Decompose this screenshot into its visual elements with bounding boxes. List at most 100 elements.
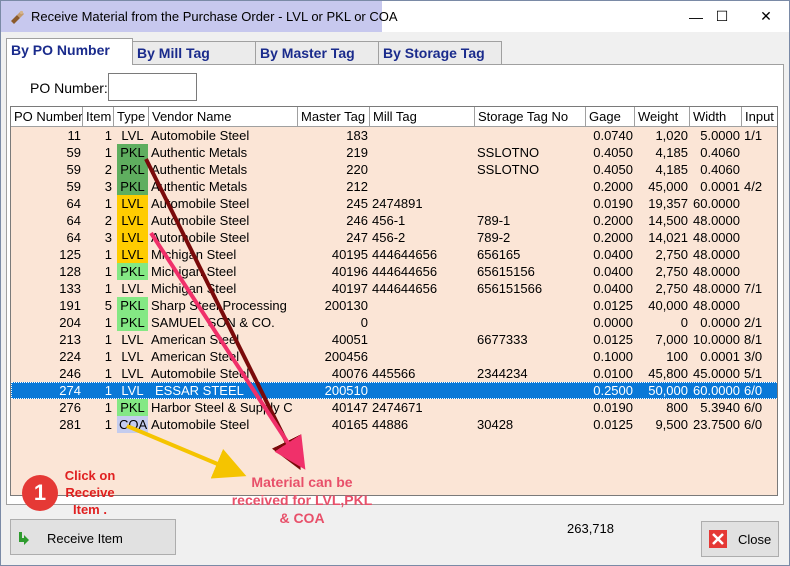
vendor-cell: Automobile Steel [151,128,250,143]
po-cell: 64 [66,196,81,211]
table-row[interactable]: 59 2 PKL Authentic Metals 220 SSLOTNO 0.4050 4,… [11,161,777,178]
po-cell: 246 [59,366,81,381]
width-cell: 45.0000 [693,366,740,381]
po-cell: 281 [59,417,81,432]
table-row[interactable]: 204 1 PKL SAMUEL SON & CO. 0 0.0000 0 0.0000 2/1 [11,314,777,331]
mill-cell: 444644656 [372,264,438,279]
po-cell: 204 [59,315,81,330]
weight-cell: 45,000 [648,179,688,194]
storage-cell: 656151566 [477,281,543,296]
input-cell: 8/1 [744,332,763,347]
width-cell: 0.0001 [700,349,740,364]
column-header[interactable]: Gage [586,107,635,127]
weight-cell: 2,750 [655,281,688,296]
mill-cell [370,382,475,399]
input-cell [742,161,777,178]
po-number-input[interactable] [108,73,197,101]
mill-cell: 444644656 [372,247,438,262]
table-row[interactable]: 191 5 PKL Sharp Steel Processing 200130 0.012… [11,297,777,314]
tab-by-po-number[interactable]: By PO Number [6,38,133,65]
weight-cell: 14,021 [648,230,688,245]
storage-cell: 789-1 [477,213,511,228]
column-header[interactable]: PO Number [11,107,83,127]
input-cell: 7/1 [744,281,763,296]
item-cell: 1 [104,417,112,432]
vendor-cell: Automobile Steel [151,366,250,381]
title-bar: Receive Material from the Purchase Order… [1,1,789,32]
table-row[interactable]: 133 1 LVL Michigan Steel 40197 444644656 65615… [11,280,777,297]
table-row[interactable]: 128 1 PKL Michigan Steel 40196 444644656 65615… [11,263,777,280]
column-header[interactable]: Vendor Name [149,107,298,127]
table-row[interactable]: 281 1 COA Automobile Steel 40165 44886 30428 0.… [11,416,777,433]
mill-cell [370,178,475,195]
weight-cell: 4,185 [655,145,688,160]
receive-material-window: Receive Material from the Purchase Order… [0,0,790,566]
column-header[interactable]: Input [742,107,777,127]
column-header[interactable]: Storage Tag No [475,107,586,127]
gage-cell: 0.1000 [593,349,633,364]
column-header[interactable]: Width [690,107,742,127]
type-cell: LVL [121,128,144,143]
width-cell: 0.0001 [700,179,740,194]
table-row[interactable]: 246 1 LVL Automobile Steel 40076 445566 234423… [11,365,777,382]
tab-by-storage-tag[interactable]: By Storage Tag [378,41,502,64]
mill-cell: 44886 [372,417,409,432]
weight-cell: 2,750 [655,247,688,262]
tab-by-mill-tag[interactable]: By Mill Tag [132,41,256,64]
master-cell: 40165 [331,417,368,432]
table-row[interactable]: 59 3 PKL Authentic Metals 212 0.2000 45,000 0.0… [11,178,777,195]
master-cell: 200510 [324,383,368,398]
mill-cell [370,127,475,144]
item-cell: 2 [104,213,112,228]
item-cell: 1 [104,264,112,279]
item-cell: 5 [104,298,112,313]
close-button[interactable]: Close [701,521,779,557]
po-cell: 191 [59,298,81,313]
item-cell: 1 [104,196,112,211]
gage-cell: 0.0740 [593,128,633,143]
table-row[interactable]: 213 1 LVL American Steel 40051 6677333 0.0125 7… [11,331,777,348]
column-header[interactable]: Type [114,107,149,127]
column-header[interactable]: Item [83,107,114,127]
po-cell: 59 [66,145,81,160]
table-row[interactable]: 11 1 LVL Automobile Steel 183 0.0740 1,020 5.00… [11,127,777,144]
table-row[interactable]: 125 1 LVL Michigan Steel 40195 444644656 65616… [11,246,777,263]
column-header[interactable]: Weight [635,107,690,127]
close-window-button[interactable]: ✕ [743,1,789,32]
maximize-button[interactable]: ☐ [699,1,745,32]
material-note: Material can be received for LVL,PKL & C… [231,474,373,526]
input-cell: 6/0 [744,383,763,398]
column-header[interactable]: Mill Tag [370,107,475,127]
master-cell: 212 [346,179,368,194]
table-row[interactable]: 224 1 LVL American Steel 200456 0.1000 100 0.00… [11,348,777,365]
storage-cell [475,348,586,365]
receive-item-button[interactable]: Receive Item [10,519,176,555]
table-row[interactable]: 64 1 LVL Automobile Steel 245 2474891 0.0190 19… [11,195,777,212]
column-header[interactable]: Master Tag [298,107,370,127]
weight-cell: 0 [680,315,688,330]
table-row[interactable]: 276 1 PKL Harbor Steel & Supply C 40147 24746… [11,399,777,416]
table-row[interactable]: 59 1 PKL Authentic Metals 219 SSLOTNO 0.4050 4,… [11,144,777,161]
type-cell: LVL [121,349,144,364]
storage-cell: 65615156 [477,264,535,279]
po-cell: 128 [59,264,81,279]
master-cell: 0 [360,315,368,330]
input-cell: 6/0 [744,400,763,415]
vendor-cell: Authentic Metals [151,145,248,160]
input-cell [742,263,777,280]
weight-cell: 2,750 [655,264,688,279]
table-row[interactable]: 64 2 LVL Automobile Steel 246 456-1 789-1 0.200… [11,212,777,229]
master-cell: 247 [346,230,368,245]
tab-by-master-tag[interactable]: By Master Tag [255,41,379,64]
storage-cell: 789-2 [477,230,511,245]
po-grid[interactable]: PO Number Item Type Vendor Name Master Tag Mi… [10,106,778,496]
receive-item-label: Receive Item [47,531,123,546]
table-row[interactable]: 274 1 LVL ESSAR STEEL 200510 0.2500 50,000 60.0… [11,382,777,399]
gage-cell: 0.0125 [593,298,633,313]
vendor-cell: Harbor Steel & Supply C [151,400,293,415]
po-cell: 133 [59,281,81,296]
master-cell: 245 [346,196,368,211]
table-row[interactable]: 64 3 LVL Automobile Steel 247 456-2 789-2 0.200… [11,229,777,246]
width-cell: 0.4060 [700,145,740,160]
storage-cell: 656165 [477,247,521,262]
